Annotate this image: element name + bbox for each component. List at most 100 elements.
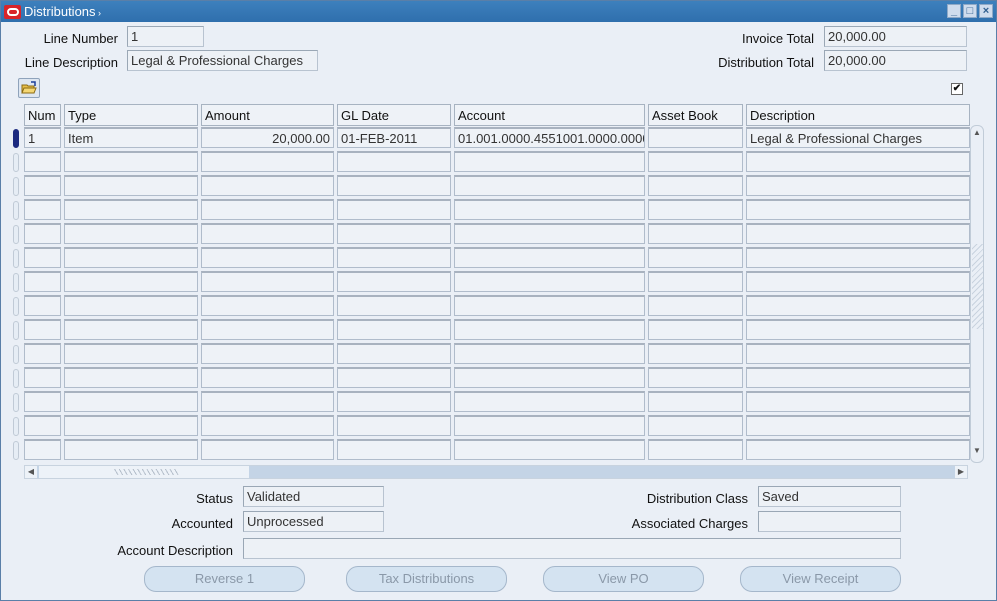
- account-description-field[interactable]: [243, 538, 901, 559]
- cell-num[interactable]: [24, 199, 61, 220]
- select-checkbox[interactable]: ✔: [951, 83, 963, 95]
- column-header-asset-book[interactable]: Asset Book: [648, 104, 743, 126]
- cell-num[interactable]: [24, 367, 61, 388]
- row-indicator[interactable]: [13, 249, 19, 268]
- cell-type[interactable]: [64, 151, 198, 172]
- cell-gl-date[interactable]: [337, 415, 451, 436]
- row-indicator[interactable]: [13, 393, 19, 412]
- row-indicator[interactable]: [13, 201, 19, 220]
- cell-description[interactable]: [746, 343, 970, 364]
- row-indicator[interactable]: [13, 441, 19, 460]
- cell-account[interactable]: [454, 271, 645, 292]
- status-field[interactable]: Validated: [243, 486, 384, 507]
- cell-amount[interactable]: [201, 271, 334, 292]
- horizontal-scroll-thumb[interactable]: [39, 466, 249, 478]
- cell-asset-book[interactable]: [648, 247, 743, 268]
- cell-asset-book[interactable]: [648, 151, 743, 172]
- vertical-scroll-thumb[interactable]: [972, 244, 983, 329]
- cell-gl-date[interactable]: 01-FEB-2011: [337, 127, 451, 148]
- line-description-field[interactable]: Legal & Professional Charges: [127, 50, 318, 71]
- folder-button[interactable]: [18, 78, 40, 98]
- cell-description[interactable]: Legal & Professional Charges: [746, 127, 970, 148]
- cell-num[interactable]: [24, 223, 61, 244]
- cell-type[interactable]: Item: [64, 127, 198, 148]
- cell-gl-date[interactable]: [337, 343, 451, 364]
- cell-amount[interactable]: [201, 391, 334, 412]
- column-header-gl-date[interactable]: GL Date: [337, 104, 451, 126]
- vertical-scrollbar[interactable]: ▲ ▼: [970, 125, 984, 463]
- cell-amount[interactable]: [201, 199, 334, 220]
- column-header-amount[interactable]: Amount: [201, 104, 334, 126]
- cell-description[interactable]: [746, 367, 970, 388]
- cell-asset-book[interactable]: [648, 175, 743, 196]
- cell-type[interactable]: [64, 391, 198, 412]
- view-receipt-button[interactable]: View Receipt: [740, 566, 901, 592]
- cell-account[interactable]: [454, 391, 645, 412]
- cell-amount[interactable]: [201, 343, 334, 364]
- maximize-button[interactable]: □: [963, 4, 977, 18]
- cell-type[interactable]: [64, 367, 198, 388]
- cell-num[interactable]: [24, 391, 61, 412]
- cell-asset-book[interactable]: [648, 127, 743, 148]
- cell-amount[interactable]: [201, 223, 334, 244]
- cell-num[interactable]: [24, 415, 61, 436]
- cell-account[interactable]: [454, 247, 645, 268]
- cell-num[interactable]: [24, 295, 61, 316]
- cell-asset-book[interactable]: [648, 391, 743, 412]
- row-indicator[interactable]: [13, 417, 19, 436]
- cell-description[interactable]: [746, 391, 970, 412]
- cell-account[interactable]: [454, 175, 645, 196]
- cell-type[interactable]: [64, 223, 198, 244]
- cell-num[interactable]: [24, 271, 61, 292]
- view-po-button[interactable]: View PO: [543, 566, 704, 592]
- reverse-button[interactable]: Reverse 1: [144, 566, 305, 592]
- cell-asset-book[interactable]: [648, 343, 743, 364]
- row-indicator[interactable]: [13, 345, 19, 364]
- cell-gl-date[interactable]: [337, 175, 451, 196]
- cell-account[interactable]: [454, 343, 645, 364]
- cell-description[interactable]: [746, 415, 970, 436]
- column-header-type[interactable]: Type: [64, 104, 198, 126]
- cell-amount[interactable]: [201, 175, 334, 196]
- cell-description[interactable]: [746, 247, 970, 268]
- cell-gl-date[interactable]: [337, 247, 451, 268]
- row-indicator[interactable]: [13, 177, 19, 196]
- scroll-left-icon[interactable]: ◀: [25, 466, 37, 478]
- horizontal-scrollbar[interactable]: ◀ ▶: [24, 465, 968, 479]
- cell-description[interactable]: [746, 151, 970, 172]
- cell-gl-date[interactable]: [337, 223, 451, 244]
- associated-charges-field[interactable]: [758, 511, 901, 532]
- cell-type[interactable]: [64, 319, 198, 340]
- cell-gl-date[interactable]: [337, 391, 451, 412]
- cell-type[interactable]: [64, 175, 198, 196]
- cell-asset-book[interactable]: [648, 223, 743, 244]
- cell-description[interactable]: [746, 271, 970, 292]
- cell-type[interactable]: [64, 343, 198, 364]
- cell-type[interactable]: [64, 247, 198, 268]
- scroll-up-icon[interactable]: ▲: [971, 128, 983, 142]
- cell-num[interactable]: [24, 343, 61, 364]
- cell-asset-book[interactable]: [648, 295, 743, 316]
- cell-num[interactable]: [24, 175, 61, 196]
- cell-asset-book[interactable]: [648, 319, 743, 340]
- cell-num[interactable]: [24, 247, 61, 268]
- close-button[interactable]: ×: [979, 4, 993, 18]
- cell-amount[interactable]: [201, 439, 334, 460]
- cell-type[interactable]: [64, 271, 198, 292]
- cell-account[interactable]: [454, 367, 645, 388]
- cell-gl-date[interactable]: [337, 367, 451, 388]
- invoice-total-field[interactable]: 20,000.00: [824, 26, 967, 47]
- cell-gl-date[interactable]: [337, 151, 451, 172]
- line-number-field[interactable]: 1: [127, 26, 204, 47]
- cell-account[interactable]: [454, 319, 645, 340]
- cell-account[interactable]: [454, 295, 645, 316]
- cell-gl-date[interactable]: [337, 319, 451, 340]
- tax-distributions-button[interactable]: Tax Distributions: [346, 566, 507, 592]
- cell-asset-book[interactable]: [648, 271, 743, 292]
- cell-description[interactable]: [746, 295, 970, 316]
- row-indicator[interactable]: [13, 297, 19, 316]
- cell-asset-book[interactable]: [648, 439, 743, 460]
- column-header-description[interactable]: Description: [746, 104, 970, 126]
- cell-type[interactable]: [64, 439, 198, 460]
- cell-account[interactable]: [454, 415, 645, 436]
